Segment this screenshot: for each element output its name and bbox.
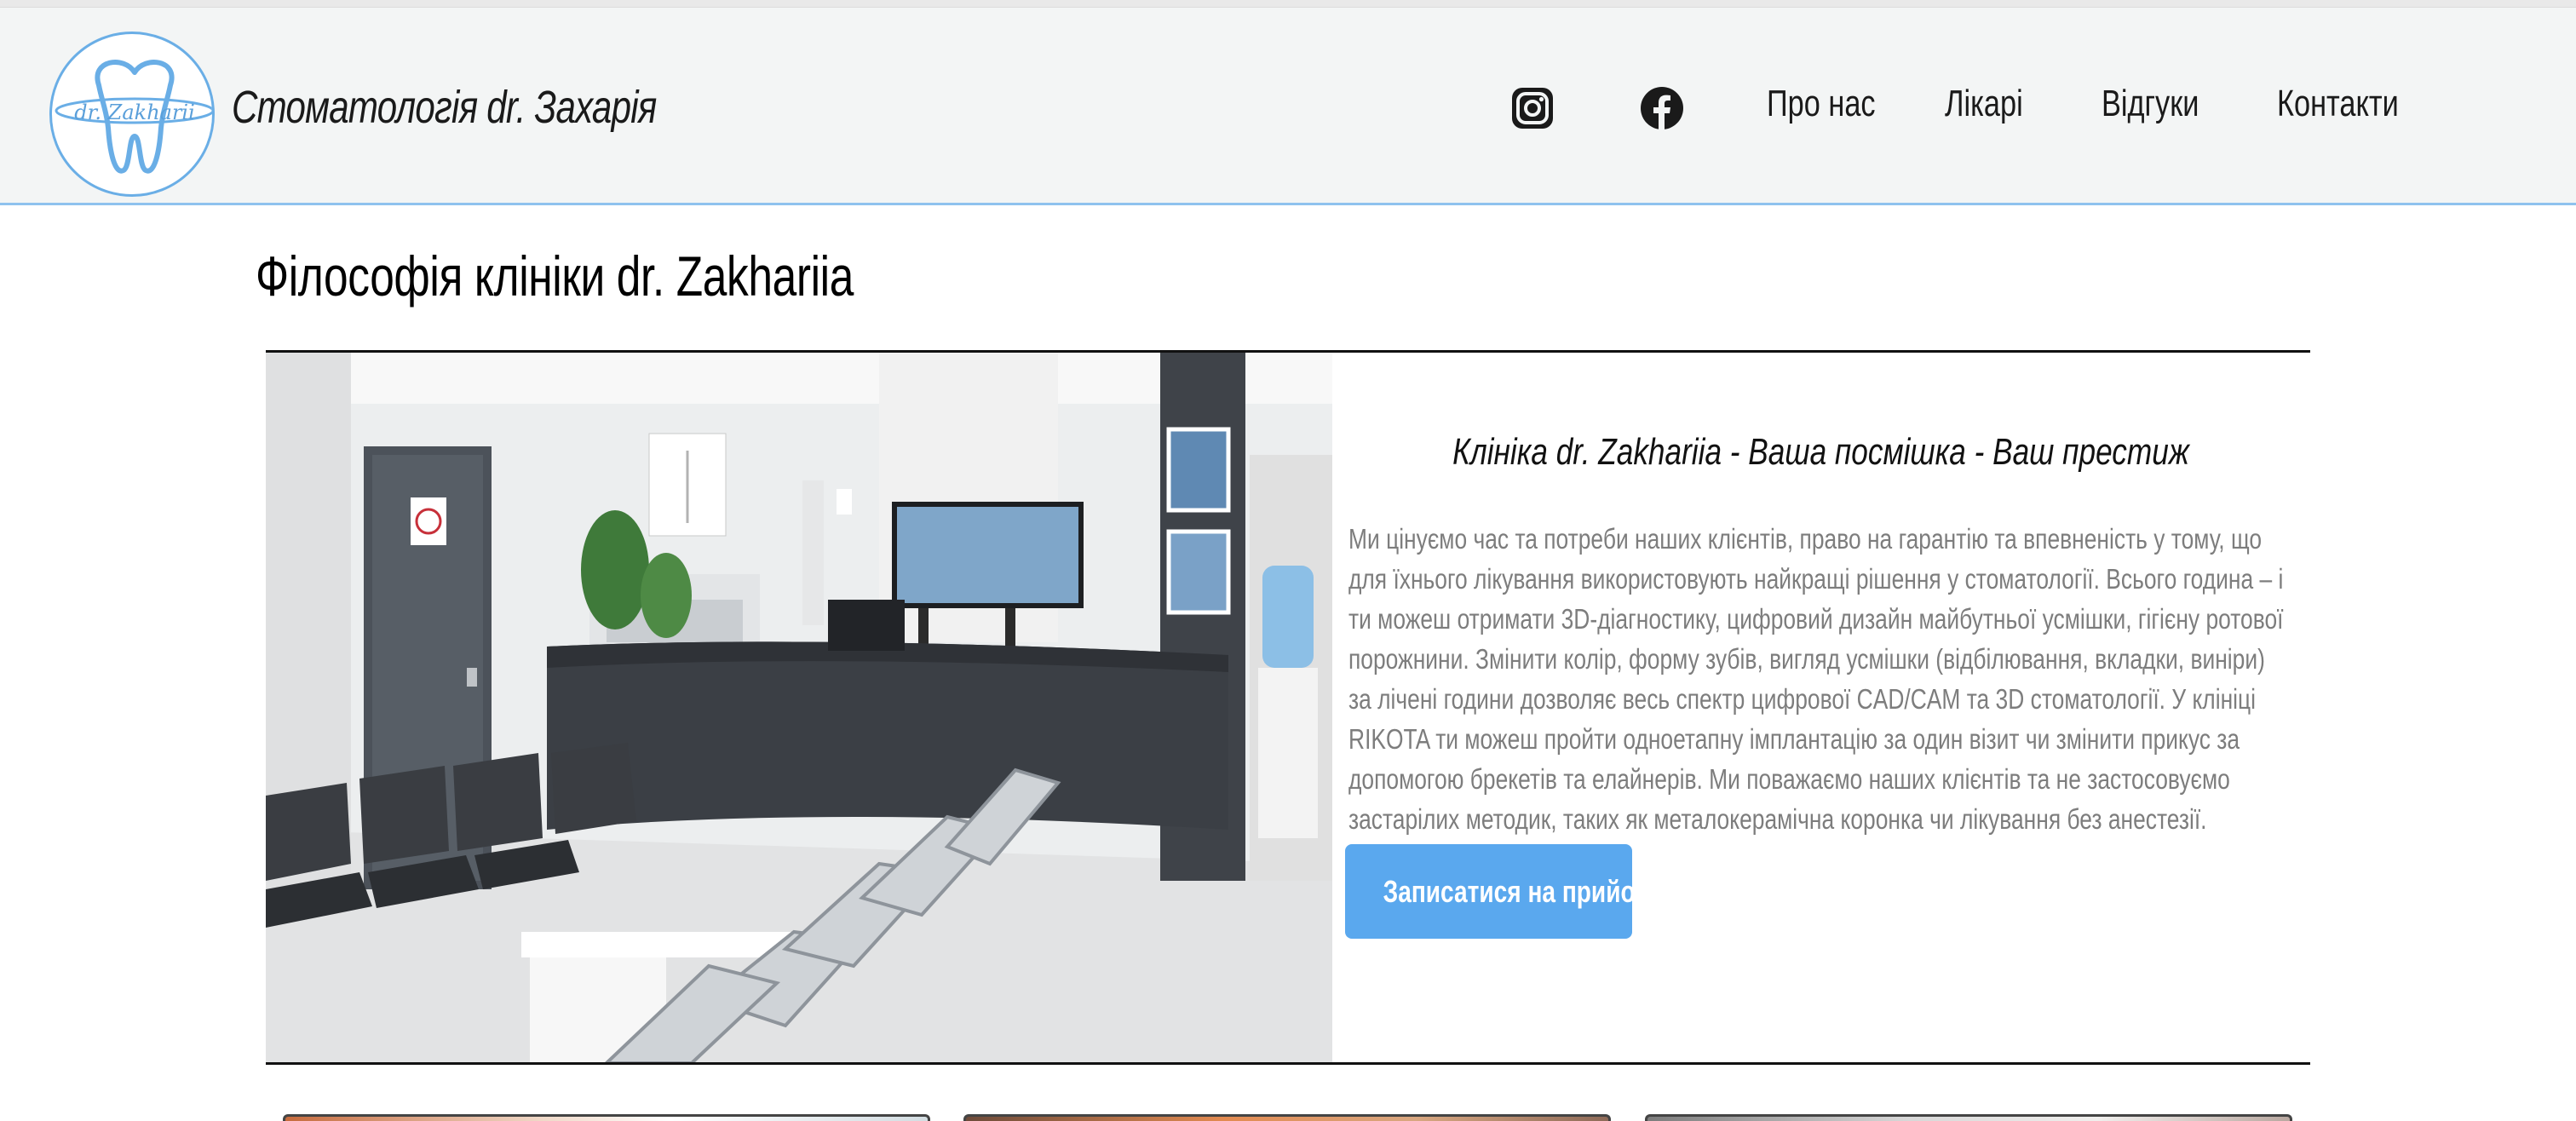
instagram-icon[interactable]: [1510, 86, 1555, 130]
clinic-logo[interactable]: dr. Zakharii: [49, 32, 215, 197]
philosophy-paragraph: Ми цінуємо час та потреби наших клієнтів…: [1348, 523, 2284, 835]
nav-doctors[interactable]: Лікарі: [1945, 83, 2023, 134]
facebook-icon[interactable]: [1640, 86, 1684, 130]
divider-bottom: [266, 1062, 2310, 1065]
site-header: dr. Zakharii Стоматологія dr. Захарія Пр…: [0, 8, 2576, 205]
nav-contacts[interactable]: Контакти: [2277, 83, 2399, 134]
card-preview-3[interactable]: [1645, 1114, 2292, 1121]
nav-reviews[interactable]: Відгуки: [2102, 83, 2199, 134]
cards-row: [0, 1107, 2576, 1121]
tooth-logo-icon: dr. Zakharii: [55, 60, 212, 174]
card-preview-1[interactable]: [283, 1114, 930, 1121]
book-appointment-button[interactable]: Записатися на прийом: [1345, 844, 1653, 939]
section-subtitle: Клініка dr. Zakhariia - Ваша посмішка - …: [1452, 431, 2190, 473]
browser-top-strip: [0, 0, 2576, 8]
nav-about[interactable]: Про нас: [1767, 83, 1876, 134]
card-preview-2[interactable]: [963, 1114, 1611, 1121]
logo-lettering: dr. Zakharii: [74, 101, 195, 124]
philosophy-content: Клініка dr. Zakhariia - Ваша посмішка - …: [1348, 353, 2303, 1063]
brand-name[interactable]: Стоматологія dr. Захарія: [232, 81, 657, 134]
section-title: Філософія клініки dr. Zakhariia: [256, 244, 854, 308]
clinic-reception-photo: [266, 353, 1332, 1063]
